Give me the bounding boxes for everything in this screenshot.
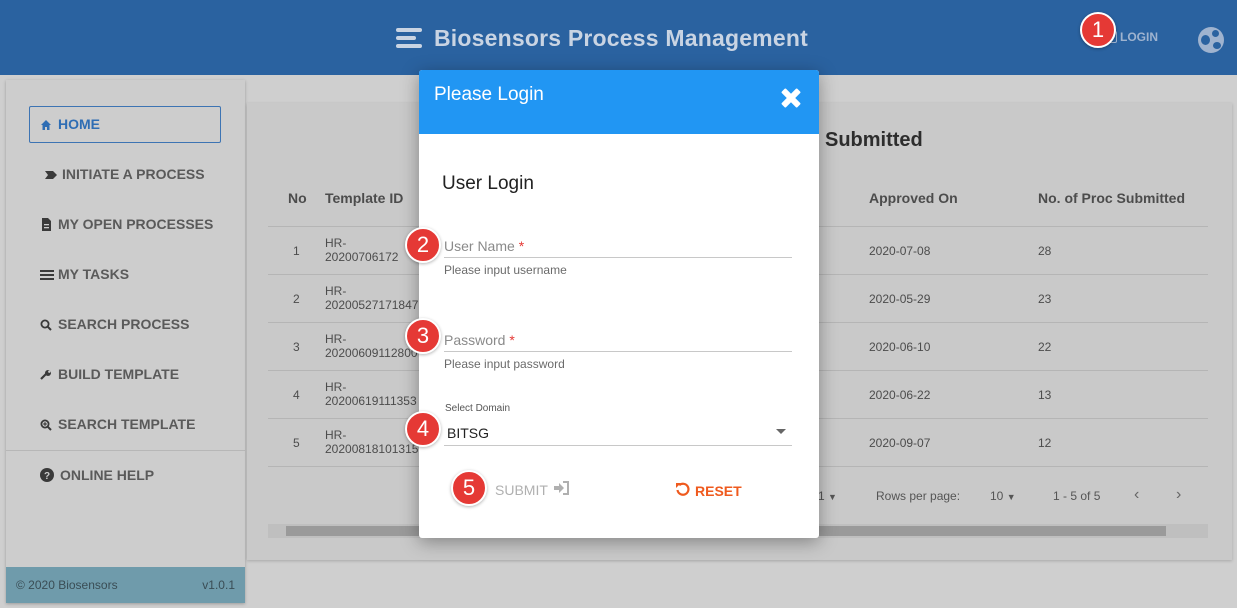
rows-per-page-label: Rows per page:	[876, 489, 961, 503]
globe-icon[interactable]	[1198, 27, 1224, 53]
password-field[interactable]: Password *	[444, 332, 792, 352]
cell-proc-submitted: 28	[1038, 244, 1052, 258]
sidebar-item-label: MY OPEN PROCESSES	[58, 216, 214, 232]
password-label: Password *	[444, 332, 515, 348]
cell-template-id: HR- 20200609112800	[325, 332, 418, 360]
domain-select[interactable]: BITSG	[447, 425, 489, 441]
cell-proc-submitted: 12	[1038, 436, 1052, 450]
sidebar-item-label: ONLINE HELP	[60, 467, 155, 483]
sidebar-item-my-tasks[interactable]: MY TASKS	[40, 264, 129, 284]
sidebar-item-label: INITIATE A PROCESS	[62, 166, 205, 182]
question-circle-icon: ?	[40, 468, 54, 482]
cell-no: 4	[293, 388, 300, 402]
rows-per-page-select[interactable]: 10 ▼	[990, 489, 1016, 503]
card-title: Submitted	[825, 129, 923, 151]
column-header-proc-submitted[interactable]: No. of Proc Submitted	[1038, 190, 1185, 206]
sidebar-item-my-open-processes[interactable]: MY OPEN PROCESSES	[40, 214, 213, 234]
password-underline	[444, 351, 792, 352]
document-icon	[40, 218, 52, 231]
dialog-subtitle: User Login	[442, 173, 534, 194]
svg-text:?: ?	[44, 471, 50, 482]
login-dialog: Please Login User Login User Name * Plea…	[419, 70, 819, 538]
reset-label: RESET	[695, 482, 742, 499]
sidebar-item-home[interactable]: HOME	[40, 114, 100, 134]
sidebar-item-label: MY TASKS	[58, 266, 130, 282]
app-brand: Biosensors Process Management	[396, 22, 808, 54]
username-hint: Please input username	[444, 263, 567, 277]
cell-template-id: HR- 20200706172	[325, 236, 399, 264]
sidebar-item-search-process[interactable]: SEARCH PROCESS	[40, 314, 189, 334]
sidebar-footer: © 2020 Biosensors v1.0.1	[6, 567, 245, 603]
column-header-template-id[interactable]: Template ID	[325, 190, 403, 206]
close-icon[interactable]	[781, 88, 801, 108]
callout-badge: 4	[405, 411, 441, 447]
app-header: Biosensors Process Management LOGIN	[0, 0, 1237, 75]
page-select[interactable]: 1 ▼	[818, 489, 837, 503]
column-header-approved-on[interactable]: Approved On	[869, 190, 958, 206]
cell-proc-submitted: 22	[1038, 340, 1052, 354]
search-plus-icon	[40, 418, 52, 431]
sidebar-item-build-template[interactable]: BUILD TEMPLATE	[40, 364, 179, 384]
domain-underline	[444, 445, 792, 446]
sidebar-item-online-help[interactable]: ? ONLINE HELP	[40, 465, 154, 485]
cell-no: 5	[293, 436, 300, 450]
version-text: v1.0.1	[202, 578, 235, 592]
prev-page-icon[interactable]: ‹	[1134, 486, 1139, 504]
tasks-list-icon	[40, 268, 54, 280]
callout-badge: 3	[405, 318, 441, 354]
cell-template-id: HR- 20200619111353	[325, 380, 417, 408]
wrench-icon	[40, 368, 52, 380]
sidebar-item-initiate-process[interactable]: INITIATE A PROCESS	[44, 164, 205, 184]
submit-label: SUBMIT	[495, 481, 548, 498]
cell-approved-on: 2020-09-07	[869, 436, 931, 450]
callout-badge: 1	[1080, 12, 1116, 48]
cell-no: 2	[293, 292, 300, 306]
username-underline	[444, 257, 792, 258]
cell-no: 1	[293, 244, 300, 258]
username-field[interactable]: User Name *	[444, 238, 792, 258]
app-title: Biosensors Process Management	[434, 24, 808, 51]
cell-proc-submitted: 13	[1038, 388, 1052, 402]
column-header-no[interactable]: No	[288, 190, 307, 206]
callout-badge: 5	[451, 470, 487, 506]
domain-label: Select Domain	[445, 403, 511, 414]
sidebar-divider	[6, 450, 245, 451]
search-icon	[40, 318, 52, 331]
sidebar-item-label: HOME	[58, 116, 100, 132]
copyright-text: © 2020 Biosensors	[16, 578, 118, 592]
cell-approved-on: 2020-06-10	[869, 340, 931, 354]
sidebar-item-search-template[interactable]: SEARCH TEMPLATE	[40, 414, 195, 434]
next-page-icon[interactable]: ›	[1176, 486, 1181, 504]
username-label: User Name *	[444, 238, 525, 254]
cell-template-id: HR- 20200527171847	[325, 284, 419, 312]
home-icon	[40, 118, 52, 130]
cell-approved-on: 2020-06-22	[869, 388, 931, 402]
callout-badge: 2	[405, 227, 441, 263]
sidebar-item-label: SEARCH TEMPLATE	[58, 416, 196, 432]
dialog-header: Please Login	[419, 70, 819, 134]
chevron-down-icon[interactable]	[776, 429, 786, 434]
pagination-range: 1 - 5 of 5	[1053, 489, 1101, 503]
submit-button[interactable]: SUBMIT	[495, 481, 569, 498]
login-label: LOGIN	[1120, 30, 1158, 44]
dialog-title: Please Login	[434, 84, 544, 105]
password-hint: Please input password	[444, 357, 565, 371]
menu-bars-icon	[396, 26, 424, 50]
reset-button[interactable]: RESET	[675, 481, 742, 500]
sidebar-item-label: BUILD TEMPLATE	[58, 366, 180, 382]
sign-in-icon	[553, 481, 569, 498]
cell-no: 3	[293, 340, 300, 354]
cell-approved-on: 2020-07-08	[869, 244, 931, 258]
cell-approved-on: 2020-05-29	[869, 292, 931, 306]
arrow-tag-icon	[44, 168, 57, 180]
sidebar: HOME INITIATE A PROCESS MY OPEN PROCESSE…	[6, 80, 245, 603]
sidebar-item-label: SEARCH PROCESS	[58, 316, 190, 332]
undo-icon	[675, 481, 691, 500]
cell-proc-submitted: 23	[1038, 292, 1052, 306]
